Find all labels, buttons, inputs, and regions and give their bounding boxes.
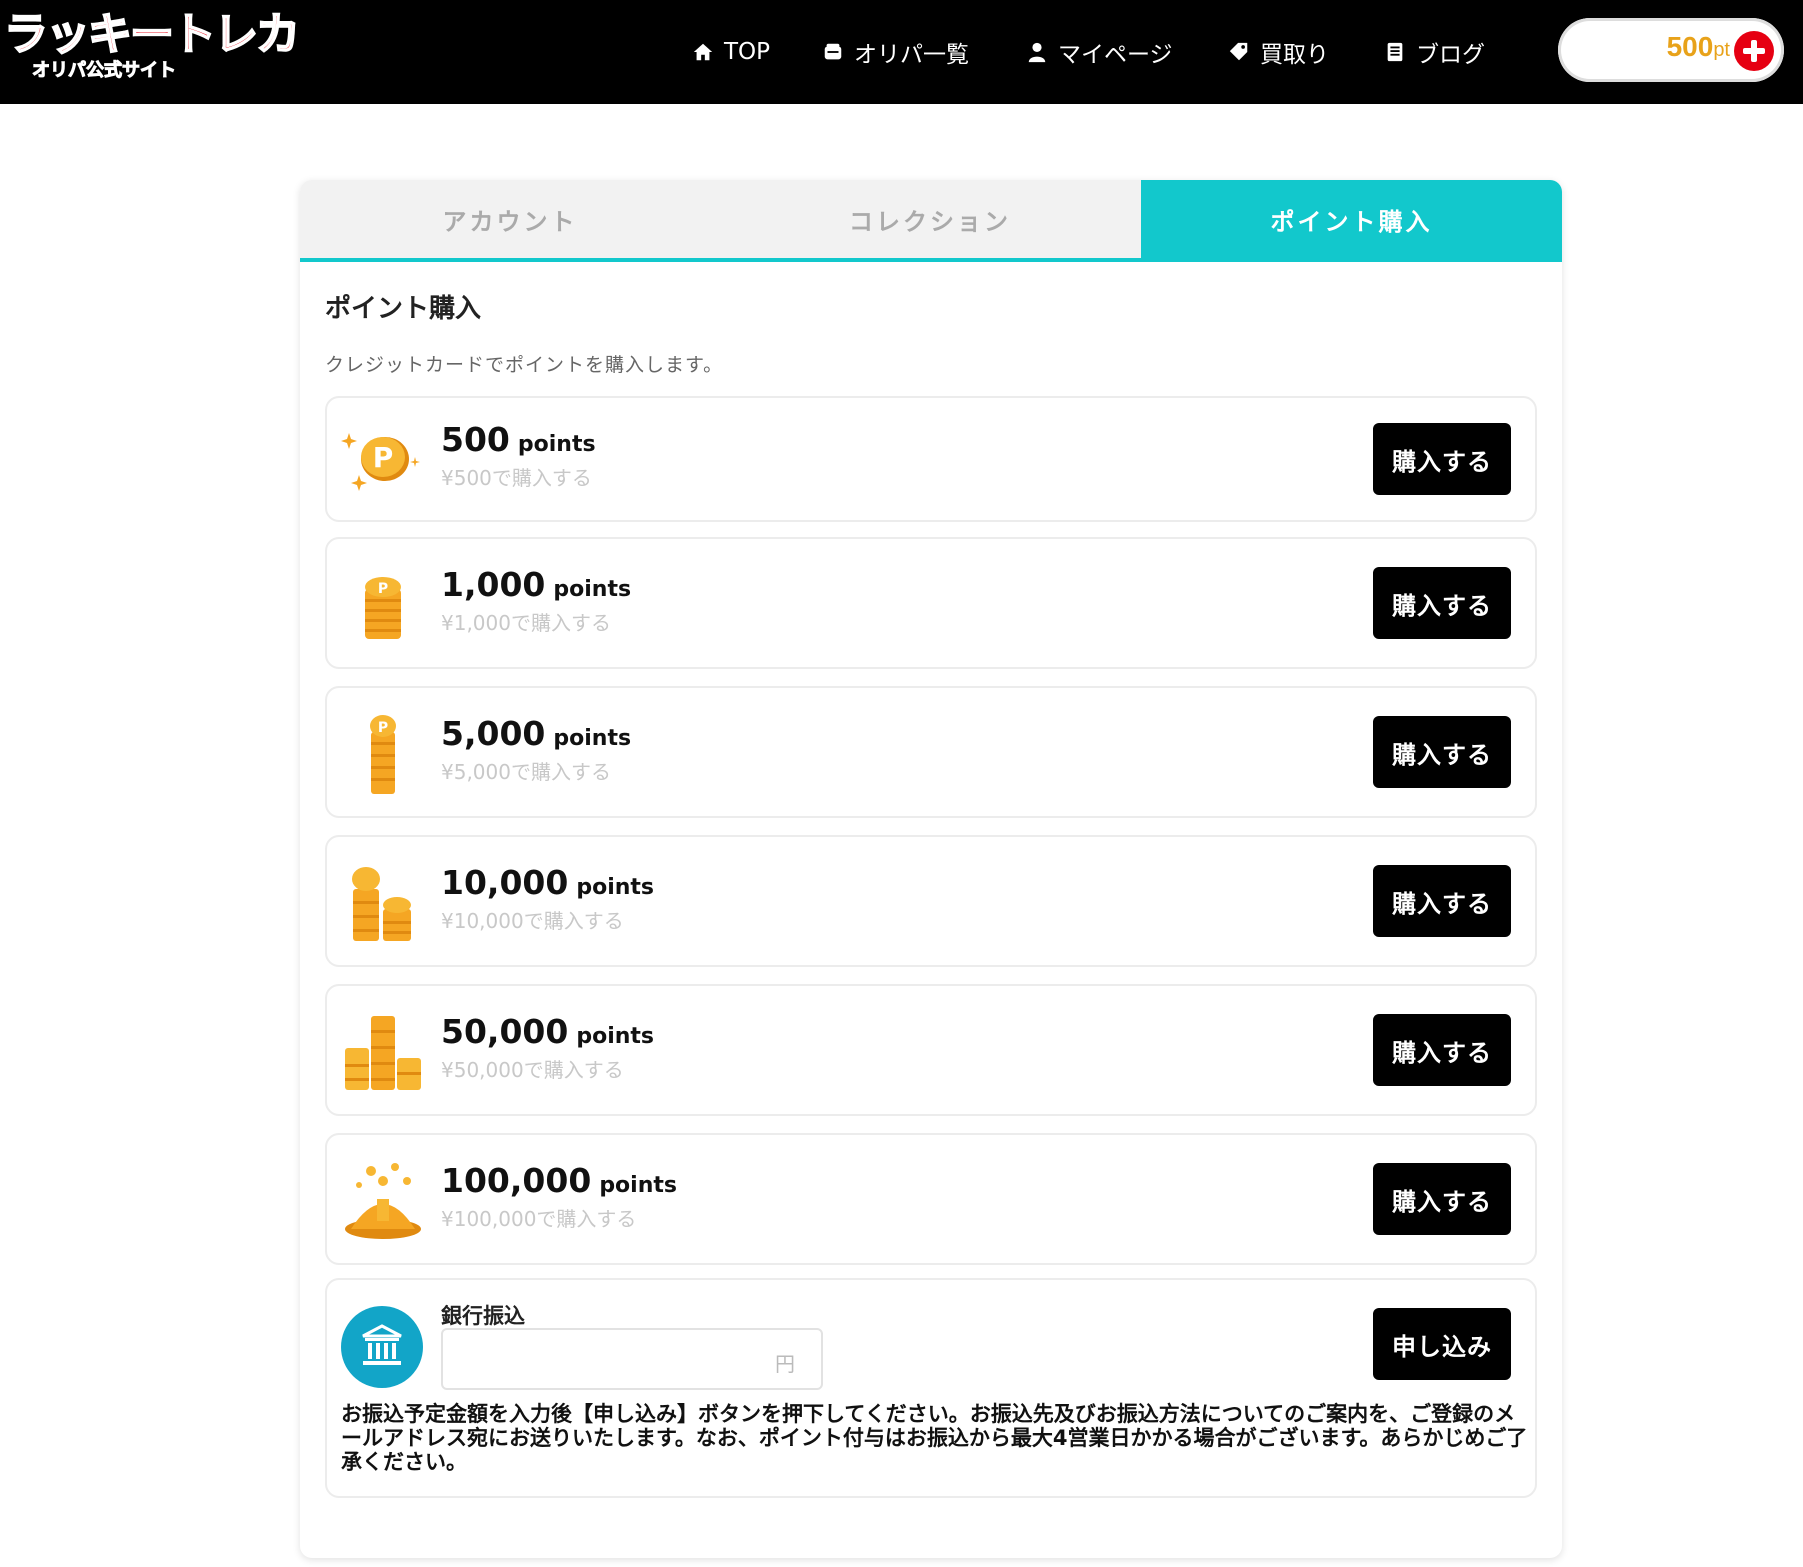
points-balance[interactable]: 500pt bbox=[1558, 18, 1784, 82]
buy-50000-button[interactable]: 購入する bbox=[1373, 1014, 1511, 1086]
package-unit: points bbox=[599, 1173, 677, 1198]
package-10000: 10,000 points ¥10,000で購入する 購入する bbox=[325, 835, 1537, 967]
site-header: ラッキートレカ オリパ公式サイト TOP オリパ一覧 マイページ 買取り ブログ… bbox=[0, 0, 1803, 104]
package-price: ¥10,000で購入する bbox=[441, 909, 624, 933]
buy-1000-button[interactable]: 購入する bbox=[1373, 567, 1511, 639]
logo-subtitle: オリパ公式サイト bbox=[32, 60, 177, 82]
logo-title: ラッキートレカ bbox=[3, 9, 301, 61]
home-icon bbox=[693, 43, 713, 61]
package-unit: points bbox=[576, 1024, 655, 1049]
buy-5000-button[interactable]: 購入する bbox=[1373, 716, 1511, 788]
nav-mypage-label: マイページ bbox=[1058, 42, 1173, 68]
package-amount: 5,000 bbox=[441, 714, 546, 753]
nav-mypage[interactable]: マイページ bbox=[1026, 0, 1173, 104]
bank-transfer-notice: お振込予定金額を入力後【申し込み】ボタンを押下してください。お振込先及びお振込方… bbox=[341, 1402, 1528, 1474]
buy-500-button[interactable]: 購入する bbox=[1373, 423, 1511, 495]
tag-icon bbox=[1229, 42, 1248, 61]
buy-10000-button[interactable]: 購入する bbox=[1373, 865, 1511, 937]
package-amount: 1,000 bbox=[441, 565, 546, 604]
package-unit: points bbox=[517, 432, 596, 457]
yen-unit: 円 bbox=[775, 1352, 795, 1376]
coin-stacks-icon bbox=[352, 867, 411, 941]
package-amount: 100,000 bbox=[441, 1161, 592, 1200]
tab-account[interactable]: アカウント bbox=[300, 180, 720, 258]
coin-stack-icon: P bbox=[365, 577, 401, 639]
nav-kaitori[interactable]: 買取り bbox=[1228, 0, 1329, 104]
bank-transfer-label: 銀行振込 bbox=[441, 1304, 525, 1328]
book-icon bbox=[1387, 42, 1403, 62]
package-50000: 50,000 points ¥50,000で購入する 購入する bbox=[325, 984, 1537, 1116]
add-points-icon[interactable] bbox=[1734, 31, 1774, 71]
package-5000: P 5,000 points ¥5,000で購入する 購入する bbox=[325, 686, 1537, 818]
package-amount: 50,000 bbox=[441, 1012, 569, 1051]
package-price: ¥100,000で購入する bbox=[441, 1207, 637, 1231]
tab-collection[interactable]: コレクション bbox=[720, 180, 1140, 258]
nav-oripa-list[interactable]: オリパ一覧 bbox=[822, 0, 969, 104]
coin-tower-icon: P bbox=[370, 715, 396, 794]
tab-bar: アカウント コレクション ポイント購入 bbox=[300, 180, 1562, 262]
nav-blog-label: ブログ bbox=[1416, 42, 1485, 68]
package-1000: P 1,000 points ¥1,000で購入する 購入する bbox=[325, 537, 1537, 669]
package-100000: 100,000 points ¥100,000で購入する 購入する bbox=[325, 1133, 1537, 1265]
site-logo[interactable]: ラッキートレカ オリパ公式サイト bbox=[3, 9, 301, 88]
bank-icon bbox=[341, 1306, 423, 1388]
page-description: クレジットカードでポイントを購入します。 bbox=[325, 354, 724, 376]
nav-blog[interactable]: ブログ bbox=[1384, 0, 1485, 104]
points-value: 500 bbox=[1666, 31, 1714, 62]
transfer-amount-input[interactable] bbox=[441, 1328, 823, 1390]
coin-towers-icon bbox=[345, 1016, 421, 1090]
package-500: P 500 points ¥500で購入する 購入する bbox=[325, 396, 1537, 522]
points-unit: pt bbox=[1713, 39, 1730, 61]
coin-pile-icon bbox=[345, 1163, 421, 1239]
apply-button[interactable]: 申し込み bbox=[1373, 1308, 1511, 1380]
svg-text:P: P bbox=[378, 720, 388, 736]
svg-text:P: P bbox=[378, 581, 388, 597]
package-unit: points bbox=[576, 875, 655, 900]
package-price: ¥50,000で購入する bbox=[441, 1058, 624, 1082]
package-price: ¥5,000で購入する bbox=[441, 760, 611, 784]
cards-icon bbox=[824, 43, 842, 60]
tab-point-purchase[interactable]: ポイント購入 bbox=[1141, 180, 1562, 258]
nav-top[interactable]: TOP bbox=[692, 0, 770, 104]
page-title: ポイント購入 bbox=[325, 294, 482, 324]
mypage-card: アカウント コレクション ポイント購入 ポイント購入 クレジットカードでポイント… bbox=[300, 180, 1562, 1558]
package-amount: 500 bbox=[441, 420, 510, 459]
nav-kaitori-label: 買取り bbox=[1260, 42, 1329, 68]
svg-text:P: P bbox=[373, 441, 394, 474]
package-unit: points bbox=[553, 726, 632, 751]
buy-100000-button[interactable]: 購入する bbox=[1373, 1163, 1511, 1235]
bank-transfer-panel: 銀行振込 円 申し込み お振込予定金額を入力後【申し込み】ボタンを押下してくださ… bbox=[325, 1278, 1537, 1498]
user-icon bbox=[1028, 42, 1046, 63]
coin-icon: P bbox=[341, 433, 420, 491]
package-unit: points bbox=[553, 577, 632, 602]
bank-building-icon bbox=[362, 1324, 402, 1365]
package-price: ¥500で購入する bbox=[441, 466, 592, 490]
package-amount: 10,000 bbox=[441, 863, 569, 902]
package-price: ¥1,000で購入する bbox=[441, 611, 611, 635]
nav-oripa-label: オリパ一覧 bbox=[854, 42, 969, 68]
nav-top-label: TOP bbox=[724, 39, 771, 65]
